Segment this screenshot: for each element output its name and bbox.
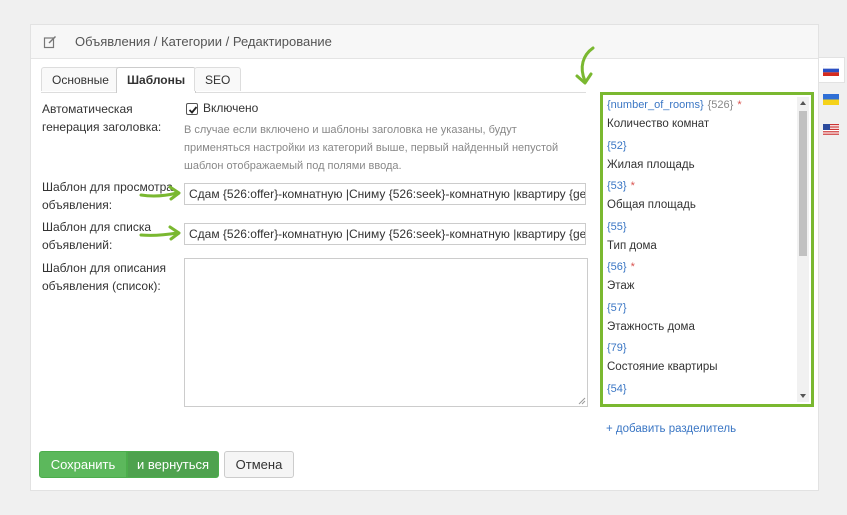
variable-item[interactable]: {54} [607,381,787,405]
lang-ru[interactable] [819,57,845,83]
edit-icon [43,35,57,49]
required-marker: * [737,99,742,111]
variable-code[interactable]: {55} [607,221,627,233]
variable-item[interactable]: {79} Состояние квартиры [607,340,787,381]
variable-code[interactable]: {53} * [607,180,635,192]
auto-title-hint: В случае если включено и шаблоны заголов… [184,121,584,175]
breadcrumb: Объявления / Категории / Редактирование [75,34,332,49]
variable-item[interactable]: {52} Жилая площадь [607,138,787,179]
pointer-arrow-icon [575,46,595,85]
variable-name: Количество комнат [607,118,710,130]
variable-id: {526} [707,99,734,111]
variable-item[interactable]: {57} Этажность дома [607,300,787,341]
scrollbar[interactable] [797,97,809,402]
panel-header: Объявления / Категории / Редактирование [31,25,818,59]
list-template-label-line1: Шаблон для списка [42,220,152,234]
required-marker: * [630,261,635,273]
variable-item[interactable]: {53} * Общая площадь [607,178,787,219]
flag-us-icon [823,124,839,135]
variable-item[interactable]: {56} * Этаж [607,259,787,300]
edit-panel: Объявления / Категории / Редактирование … [30,24,819,491]
tab-bar: Основные Шаблоны SEO [41,67,586,93]
variable-name: Жилая площадь [607,158,695,171]
variable-code[interactable]: {54} [607,383,627,395]
flag-uk-icon [823,94,839,105]
auto-title-label-line1: Автоматическая [42,102,133,116]
variable-code[interactable]: {number_of_rooms} {526} * [607,99,742,111]
add-separator-link[interactable]: + добавить разделитель [606,423,736,435]
variable-code-text: {56} [607,261,627,273]
list-template-label-line2: объявлений: [42,238,113,252]
required-marker: * [630,180,635,192]
variable-code[interactable]: {56} * [607,261,635,273]
save-and-return-button[interactable]: и вернуться [127,451,219,478]
variable-item[interactable]: {55} Тип дома [607,219,787,260]
variable-name: Этажность дома [607,320,695,333]
view-template-label-line2: объявления: [42,198,113,212]
variable-name: Общая площадь [607,199,696,211]
auto-title-checkbox[interactable] [186,103,198,115]
save-button[interactable]: Сохранить [39,451,127,478]
scroll-down-icon[interactable] [799,392,807,400]
variables-list-items: {number_of_rooms} {526} * Количество комнат… [607,97,787,405]
scroll-up-icon[interactable] [799,99,807,107]
variable-code-text: {53} [607,180,627,192]
pointer-arrow-icon [139,225,181,241]
variable-code-text: {54} [607,382,627,395]
variable-name: Этаж [607,280,635,292]
lang-en[interactable] [819,117,845,143]
variable-code-text: {79} [607,342,627,354]
desc-template-label-line1: Шаблон для описания [42,261,166,275]
auto-title-checkbox-label[interactable]: Включено [203,101,258,115]
variable-code-text: {52} [607,139,627,152]
hint-line: применяться настройки из категорий выше,… [184,142,559,154]
variables-list[interactable]: {number_of_rooms} {526} * Количество комнат… [600,92,814,407]
pointer-arrow-icon [139,185,181,201]
variable-code-text: {57} [607,301,627,314]
variable-name: Тип дома [607,239,657,252]
variable-code-text: {number_of_rooms} [607,99,704,111]
tab-templates[interactable]: Шаблоны [116,67,197,93]
variable-name: Состояние квартиры [607,361,718,373]
desc-template-label-line2: объявления (список): [42,279,161,293]
variable-item[interactable]: {number_of_rooms} {526} * Количество комнат [607,97,787,138]
cancel-button[interactable]: Отмена [224,451,294,478]
variable-code[interactable]: {57} [607,302,627,314]
variable-code[interactable]: {79} [607,342,627,354]
flag-ru-icon [823,65,839,76]
list-template-input[interactable]: Сдам {526:offer}-комнатную |Сниму {526:s… [184,223,586,245]
hint-line: шаблон отображаемый под полями ввода. [184,160,402,172]
auto-title-label-line2: генерация заголовка: [42,120,162,134]
scroll-thumb[interactable] [799,111,807,256]
resize-grip-icon[interactable] [578,397,586,405]
variable-code-text: {55} [607,220,627,233]
tab-seo[interactable]: SEO [194,67,242,91]
tab-main[interactable]: Основные [41,67,120,91]
view-template-input[interactable]: Сдам {526:offer}-комнатную |Сниму {526:s… [184,183,586,205]
hint-line: В случае если включено и шаблоны заголов… [184,124,517,136]
lang-uk[interactable] [819,87,845,113]
desc-template-textarea[interactable] [184,258,588,407]
variable-code[interactable]: {52} [607,140,627,152]
